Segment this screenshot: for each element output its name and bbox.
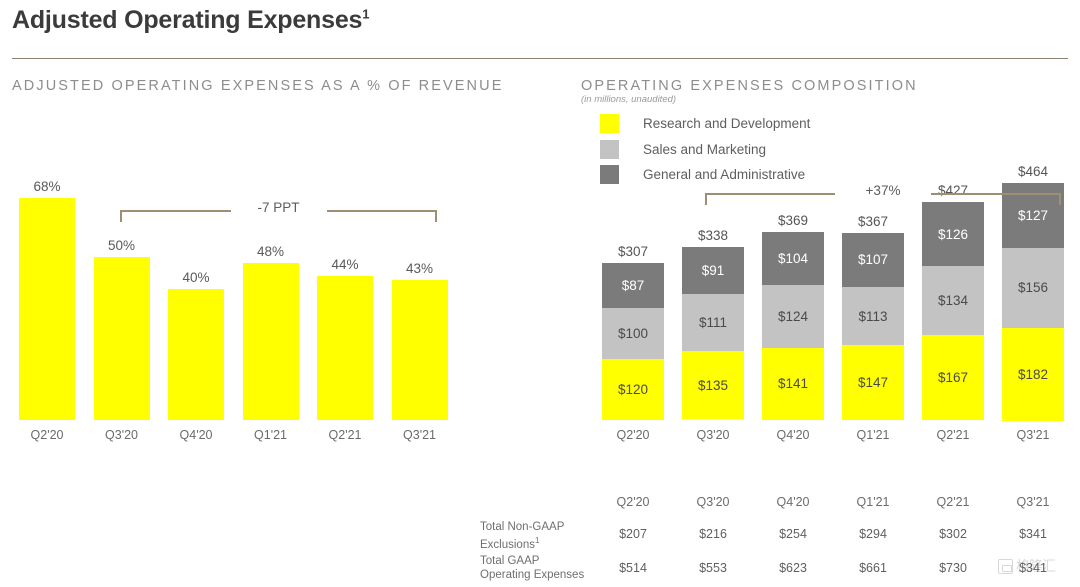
table-cell: $341	[1019, 527, 1047, 541]
x-axis-label: Q2'21	[936, 428, 970, 442]
stack-segment-general-administrative: $87	[602, 263, 664, 308]
table-row-label: Total Non-GAAP Exclusions1	[480, 520, 600, 552]
table-cell: $216	[699, 527, 727, 541]
stacked-bar-total-label: $367	[857, 213, 889, 229]
page-title-footnote-marker: 1	[362, 6, 370, 22]
table-column-header: Q3'20	[696, 495, 730, 509]
stack-segment-research-development: $147	[842, 344, 904, 420]
legend-swatch-icon	[600, 114, 619, 133]
table-cell: $730	[939, 561, 967, 575]
table-cell: $623	[779, 561, 807, 575]
opex-composition-chart: $87 $100 $120 $307 Q2'20 $91 $111 $135 $338 Q3'20…	[0, 150, 1080, 520]
page-title: Adjusted Operating Expenses1	[12, 6, 369, 35]
table-column-header: Q3'21	[1016, 495, 1050, 509]
legend-label: Research and Development	[643, 116, 811, 131]
left-chart-heading: ADJUSTED OPERATING EXPENSES AS A % OF RE…	[12, 78, 504, 94]
page-title-text: Adjusted Operating Expenses	[12, 6, 363, 34]
stacked-bar: $87 $100 $120	[602, 263, 664, 420]
table-cell: $514	[619, 561, 647, 575]
stacked-bar-total-label: $464	[1017, 164, 1049, 179]
stack-segment-research-development: $182	[1002, 327, 1064, 421]
slide-canvas: Adjusted Operating Expenses1 ADJUSTED OP…	[0, 0, 1080, 587]
stack-segment-general-administrative: $104	[762, 231, 824, 285]
table-column-header: Q4'20	[776, 495, 810, 509]
bracket-tick-right	[1059, 193, 1061, 205]
stack-segment-general-administrative: $126	[922, 201, 984, 267]
watermark-logo-icon	[998, 558, 1013, 574]
bracket-label: +37%	[865, 183, 901, 198]
table-column-header: Q2'20	[616, 495, 650, 509]
bracket-line-right	[931, 193, 1061, 195]
stack-segment-research-development: $141	[762, 347, 824, 420]
table-row-label-line: Total Non-GAAP	[480, 521, 565, 533]
right-chart-subheading: (in millions, unaudited)	[581, 94, 677, 105]
x-axis-label: Q4'20	[776, 428, 810, 442]
x-axis-label: Q1'21	[856, 428, 890, 442]
title-divider	[12, 58, 1068, 59]
table-row-footnote-marker: 1	[534, 536, 540, 545]
stack-segment-sales-marketing: $113	[842, 287, 904, 345]
bracket-line-left	[705, 193, 835, 195]
summary-table: Q2'20 Q3'20 Q4'20 Q1'21 Q2'21 Q3'21 Total Non-…	[0, 495, 1080, 587]
watermark-text: 格隆汇	[1016, 559, 1056, 575]
table-column-header: Q2'21	[936, 495, 970, 509]
stacked-bar: $127 $156 $182	[1002, 183, 1064, 421]
table-row-label: Total GAAP Operating Expenses	[480, 554, 600, 582]
stack-segment-sales-marketing: $134	[922, 266, 984, 335]
stack-segment-sales-marketing: $156	[1002, 247, 1064, 328]
stacked-bar-total-label: $307	[617, 244, 649, 260]
table-row-label-line: Exclusions1	[480, 536, 540, 551]
bracket-tick-left	[705, 193, 707, 205]
x-axis-label: Q2'20	[616, 428, 650, 442]
table-row-label-line: Total GAAP	[480, 555, 540, 567]
stacked-bar-total-label: $369	[777, 212, 809, 228]
watermark: 格隆汇	[998, 556, 1056, 576]
stack-segment-general-administrative: $91	[682, 247, 744, 294]
stack-segment-research-development: $120	[602, 358, 664, 420]
stack-segment-research-development: $135	[682, 350, 744, 420]
legend-item: Research and Development	[600, 114, 810, 133]
x-axis-label: Q3'20	[696, 428, 730, 442]
stacked-bar: $91 $111 $135	[682, 247, 744, 420]
x-axis-label: Q3'21	[1016, 428, 1050, 442]
stack-segment-sales-marketing: $111	[682, 293, 744, 351]
table-cell: $553	[699, 561, 727, 575]
stacked-bar-total-label: $338	[697, 228, 729, 244]
table-cell: $302	[939, 527, 967, 541]
table-cell: $294	[859, 527, 887, 541]
table-column-header: Q1'21	[856, 495, 890, 509]
stacked-bar: $126 $134 $167	[922, 201, 984, 420]
stacked-bar: $107 $113 $147	[842, 232, 904, 420]
table-cell: $661	[859, 561, 887, 575]
stacked-bar: $104 $124 $141	[762, 231, 824, 420]
table-cell: $254	[779, 527, 807, 541]
stack-segment-general-administrative: $107	[842, 232, 904, 288]
stack-segment-sales-marketing: $100	[602, 307, 664, 359]
stack-segment-sales-marketing: $124	[762, 284, 824, 348]
table-row-label-line: Operating Expenses	[480, 569, 585, 581]
right-chart-heading: OPERATING EXPENSES COMPOSITION	[581, 78, 918, 94]
table-cell: $207	[619, 527, 647, 541]
stack-segment-research-development: $167	[922, 334, 984, 420]
